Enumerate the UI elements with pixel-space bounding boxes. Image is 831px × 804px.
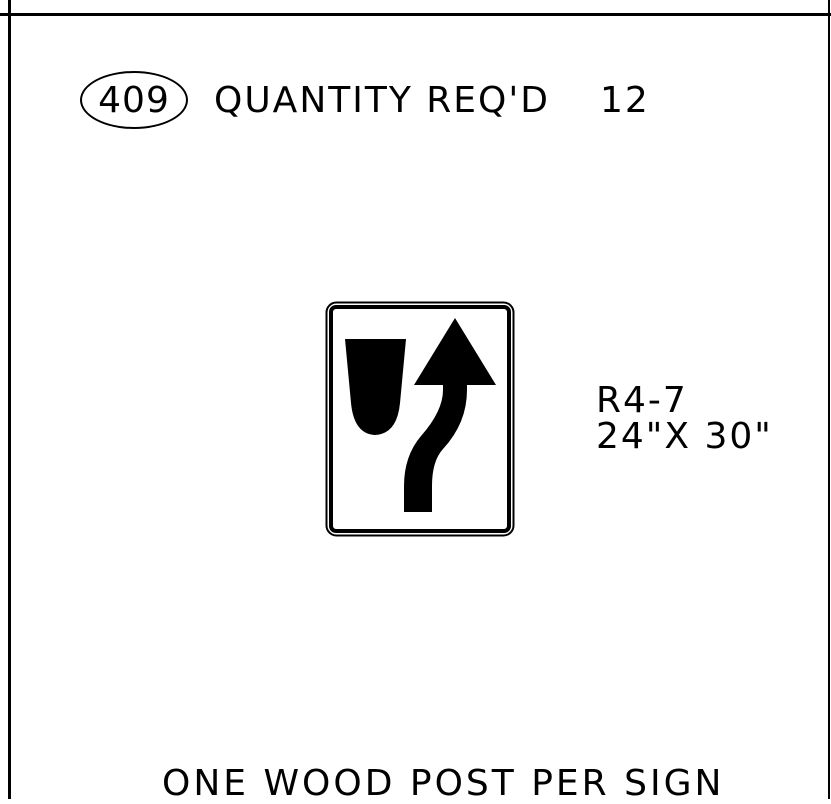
- post-note: ONE WOOD POST PER SIGN: [162, 763, 725, 804]
- quantity-value: 12: [600, 79, 650, 121]
- quantity-row: 409 QUANTITY REQ'D 12: [80, 68, 650, 132]
- frame-top-border: [0, 13, 831, 16]
- sign-code: R4-7: [596, 380, 688, 421]
- keep-right-sign-icon: [325, 301, 515, 537]
- frame-right-border: [828, 0, 830, 799]
- item-number-oval: 409: [80, 71, 188, 129]
- quantity-label: QUANTITY REQ'D: [214, 79, 550, 121]
- sign-size: 24"X 30": [596, 416, 773, 457]
- frame-left-border: [8, 0, 11, 799]
- item-number: 409: [98, 79, 170, 121]
